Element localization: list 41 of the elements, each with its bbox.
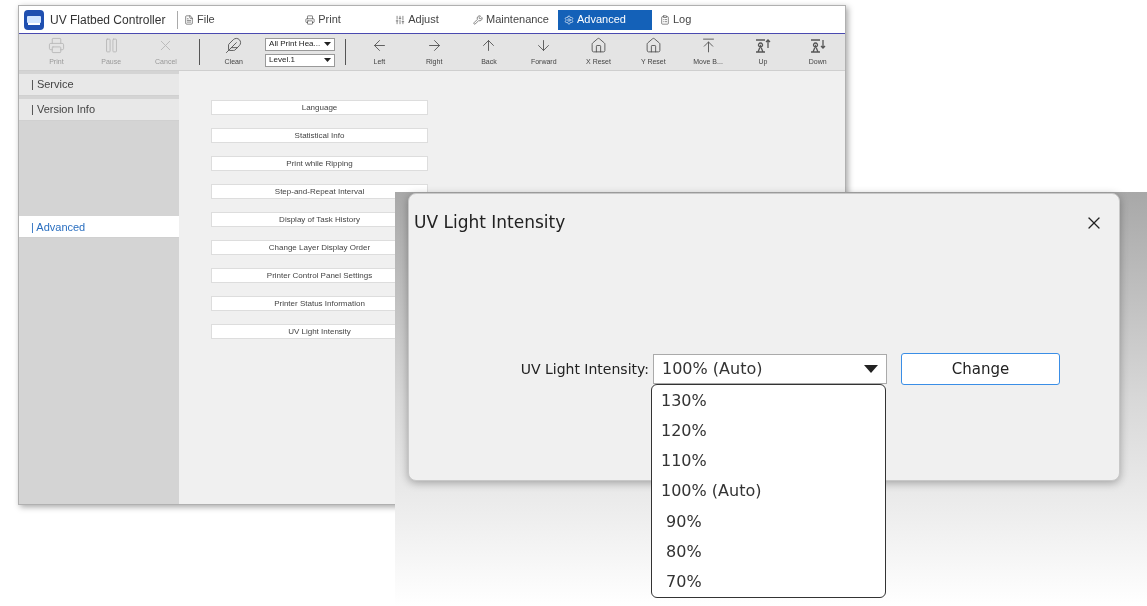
menu-tab[interactable]: Log <box>652 9 746 30</box>
field-label: UV Light Intensity: <box>519 359 649 379</box>
app-logo-icon <box>24 9 44 30</box>
printer-icon <box>305 14 316 25</box>
dropdown-option[interactable]: 130% <box>652 386 885 417</box>
sidebar-item[interactable]: | Service <box>19 73 179 96</box>
sliders-icon <box>395 14 406 25</box>
settings-button[interactable]: Language <box>211 100 428 115</box>
home-icon <box>590 36 607 54</box>
menu-tab[interactable]: Print <box>276 9 370 30</box>
settings-icon <box>564 14 574 25</box>
dropdown-option[interactable]: 100% (Auto) <box>652 476 885 507</box>
sidebar-item[interactable]: | Version Info <box>19 98 179 121</box>
dropdown-option[interactable]: 80% <box>652 536 885 567</box>
window-title: UV Flatbed Controller <box>50 11 166 29</box>
printer-icon <box>47 36 65 54</box>
menu-tab[interactable]: Maintenance <box>464 9 558 30</box>
dropdown-option[interactable]: 120% <box>652 416 885 447</box>
toolbar-dropdown[interactable]: Level.1 <box>265 53 336 67</box>
settings-button[interactable]: Print while Ripping <box>211 156 428 171</box>
intensity-dropdown[interactable]: 100% (Auto) <box>653 354 887 384</box>
wrench-icon <box>473 14 483 25</box>
menu-tab[interactable]: File <box>182 9 276 30</box>
caret-icon <box>864 365 878 373</box>
document-icon <box>184 14 194 25</box>
dropdown-option[interactable]: 70% <box>652 566 885 597</box>
raise-icon <box>754 36 772 54</box>
lower-icon <box>809 36 827 54</box>
caret-icon <box>324 42 332 46</box>
sidebar-item[interactable]: | Advanced <box>19 216 179 239</box>
clipboard-icon <box>660 14 670 25</box>
home-icon <box>644 36 662 54</box>
settings-button[interactable]: Statistical Info <box>211 128 428 143</box>
settings-button[interactable]: Step-and-Repeat Interval <box>211 184 428 199</box>
change-button[interactable]: Change <box>901 353 1060 385</box>
menu-tab[interactable]: Advanced <box>558 9 652 30</box>
caret-icon <box>324 58 332 62</box>
menu-tab[interactable]: Adjust <box>370 9 464 30</box>
dropdown-option[interactable]: 90% <box>652 506 885 537</box>
dropdown-option[interactable]: 110% <box>652 446 885 477</box>
toolbar-dropdown[interactable]: All Print Hea... <box>265 37 336 51</box>
